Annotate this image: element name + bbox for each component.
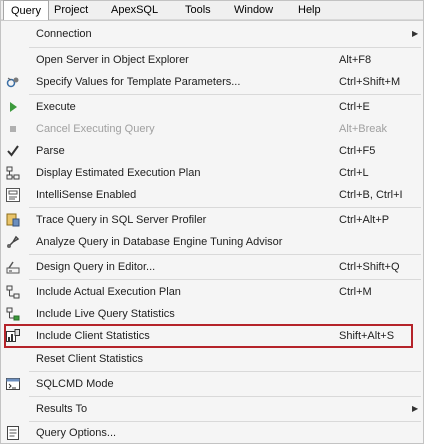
menu-window[interactable]: Window (227, 1, 280, 19)
query-options-icon (5, 425, 21, 441)
design-query-icon (5, 259, 21, 275)
separator (29, 396, 421, 397)
menu-item-include-client-statistics[interactable]: Include Client Statistics Shift+Alt+S (1, 325, 421, 347)
separator (29, 371, 421, 372)
menu-item-label: Trace Query in SQL Server Profiler (36, 214, 207, 226)
menu-item-label: Include Client Statistics (36, 330, 150, 342)
menu-item-reset-client-statistics[interactable]: Reset Client Statistics (1, 348, 421, 370)
menu-item-shortcut: Ctrl+B, Ctrl+I (339, 189, 403, 201)
execute-play-icon (5, 99, 21, 115)
menu-item-shortcut: Ctrl+Alt+P (339, 214, 390, 226)
separator (29, 254, 421, 255)
client-statistics-icon (5, 328, 21, 344)
menu-item-shortcut: Alt+Break (339, 123, 387, 135)
menu-item-open-server[interactable]: Open Server in Object Explorer Alt+F8 (1, 49, 421, 71)
menu-item-label: Parse (36, 145, 65, 157)
menu-item-label: Analyze Query in Database Engine Tuning … (36, 236, 283, 248)
separator (29, 94, 421, 95)
menu-item-label: Query Options... (36, 427, 117, 439)
menu-item-intellisense-enabled[interactable]: IntelliSense Enabled Ctrl+B, Ctrl+I (1, 184, 421, 206)
sqlcmd-icon (5, 376, 21, 392)
submenu-arrow-icon: ▶ (412, 404, 419, 413)
profiler-icon (5, 212, 21, 228)
menu-item-shortcut: Ctrl+M (339, 286, 372, 298)
menu-item-shortcut: Ctrl+Shift+Q (339, 261, 400, 273)
menu-item-label: Connection (36, 28, 92, 40)
template-parameters-icon (5, 74, 21, 90)
tuning-advisor-icon (5, 234, 21, 250)
submenu-arrow-icon: ▶ (412, 29, 419, 38)
menu-item-include-actual-execution-plan[interactable]: Include Actual Execution Plan Ctrl+M (1, 281, 421, 303)
menu-item-label: IntelliSense Enabled (36, 189, 137, 201)
stop-icon (5, 121, 21, 137)
menu-item-include-live-query-statistics[interactable]: Include Live Query Statistics (1, 303, 421, 325)
execution-plan-icon (5, 165, 21, 181)
separator (29, 279, 421, 280)
menu-item-trace-query-profiler[interactable]: Trace Query in SQL Server Profiler Ctrl+… (1, 209, 421, 231)
menu-item-label: Execute (36, 101, 76, 113)
menu-item-label: Include Actual Execution Plan (36, 286, 181, 298)
menu-item-sqlcmd-mode[interactable]: SQLCMD Mode (1, 373, 421, 395)
menu-project[interactable]: Project (47, 1, 95, 19)
menu-tools[interactable]: Tools (178, 1, 218, 19)
menu-item-shortcut: Alt+F8 (339, 54, 372, 66)
menu-item-label: Reset Client Statistics (36, 353, 143, 365)
query-dropdown-menu: Connection ▶ Open Server in Object Explo… (1, 20, 423, 443)
menu-item-execute[interactable]: Execute Ctrl+E (1, 96, 421, 118)
menu-item-label: Include Live Query Statistics (36, 308, 175, 320)
menu-item-shortcut: Ctrl+F5 (339, 145, 376, 157)
menu-item-label: SQLCMD Mode (36, 378, 114, 390)
menu-item-shortcut: Ctrl+Shift+M (339, 76, 401, 88)
actual-plan-icon (5, 284, 21, 300)
menu-item-design-query-in-editor[interactable]: Design Query in Editor... Ctrl+Shift+Q (1, 256, 421, 278)
menu-help[interactable]: Help (291, 1, 328, 19)
menu-item-display-estimated-plan[interactable]: Display Estimated Execution Plan Ctrl+L (1, 162, 421, 184)
menu-apexsql[interactable]: ApexSQL (104, 1, 165, 19)
separator (29, 47, 421, 48)
menu-item-label: Results To (36, 403, 88, 415)
menu-item-label: Specify Values for Template Parameters..… (36, 76, 241, 88)
menu-item-label: Cancel Executing Query (36, 123, 155, 135)
menu-item-cancel-executing-query: Cancel Executing Query Alt+Break (1, 118, 421, 140)
separator (29, 207, 421, 208)
menu-item-label: Design Query in Editor... (36, 261, 156, 273)
menu-item-shortcut: Ctrl+E (339, 101, 370, 113)
checkmark-icon (5, 143, 21, 159)
live-stats-icon (5, 306, 21, 322)
menu-query[interactable]: Query (3, 0, 49, 20)
menu-item-label: Open Server in Object Explorer (36, 54, 189, 66)
menu-item-query-options[interactable]: Query Options... (1, 422, 421, 444)
menu-item-shortcut: Shift+Alt+S (339, 330, 395, 342)
menu-item-specify-values[interactable]: Specify Values for Template Parameters..… (1, 71, 421, 93)
menu-item-analyze-query-tuning-advisor[interactable]: Analyze Query in Database Engine Tuning … (1, 231, 421, 253)
menu-item-parse[interactable]: Parse Ctrl+F5 (1, 140, 421, 162)
menu-bar: Query Project ApexSQL Tools Window Help (1, 0, 423, 20)
menu-item-connection[interactable]: Connection ▶ (1, 23, 421, 45)
menu-item-results-to[interactable]: Results To ▶ (1, 398, 421, 420)
intellisense-icon (5, 187, 21, 203)
menu-item-label: Display Estimated Execution Plan (36, 167, 201, 179)
menu-item-shortcut: Ctrl+L (339, 167, 369, 179)
